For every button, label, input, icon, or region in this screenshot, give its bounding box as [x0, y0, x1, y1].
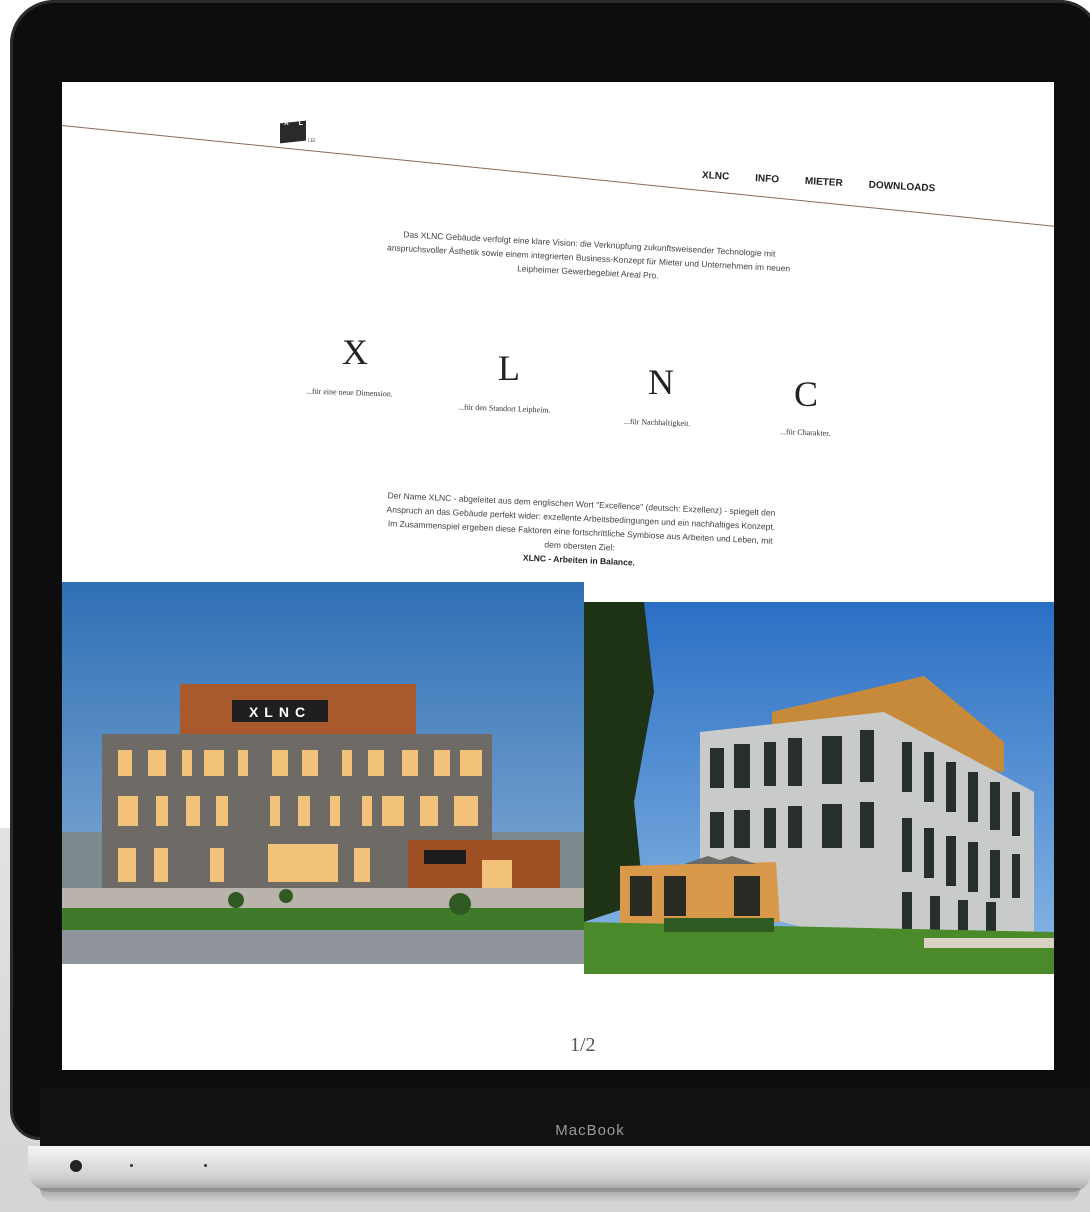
pillar-tagline-x: ...für eine neue Dimension.	[305, 386, 394, 399]
nav-item-mieter[interactable]: MIETER	[805, 176, 843, 189]
building-sign: XLNC	[249, 704, 311, 720]
slide-pager[interactable]: 1/2	[570, 1034, 596, 1057]
laptop-screen: X L N C LEI XLNC INFO MIETER DOWNLOADS D…	[62, 82, 1054, 1070]
pillar-tagline-c: ...für Charakter.	[779, 427, 831, 438]
building-photo-evening: XLNC	[62, 582, 584, 964]
laptop-shadow	[40, 1188, 1080, 1202]
pillar-tagline-l: ...für den Standort Leipheim.	[457, 402, 551, 415]
story-text: Der Name XLNC - abgeleitet aus dem engli…	[386, 490, 776, 553]
mic-dot	[204, 1164, 207, 1167]
header-rule	[62, 125, 1054, 229]
intro-paragraph: Das XLNC Gebäude verfolgt eine klare Vis…	[386, 229, 791, 281]
pillar-tagline-n: ...für Nachhaltigkeit.	[623, 416, 691, 429]
mic-dot	[130, 1164, 133, 1167]
pillar-letter-c: C	[794, 374, 819, 414]
nav-item-info[interactable]: INFO	[755, 173, 779, 185]
pillar-letter-l: L	[498, 348, 520, 388]
site-logo-subtext: LEI	[308, 138, 316, 144]
building-photo-daytime	[584, 602, 1054, 974]
pillar-letter-n: N	[648, 362, 674, 402]
laptop-base	[28, 1146, 1090, 1192]
laptop-chin	[40, 1088, 1090, 1148]
nav-item-xlnc[interactable]: XLNC	[702, 170, 730, 183]
laptop-brand-label: MacBook	[555, 1122, 625, 1139]
pillar-letter-x: X	[342, 332, 368, 372]
power-led	[70, 1160, 82, 1172]
site-logo-text: X L N C	[284, 120, 337, 127]
nav-item-downloads[interactable]: DOWNLOADS	[868, 180, 935, 195]
main-nav: XLNC INFO MIETER DOWNLOADS	[702, 170, 962, 196]
story-paragraph: Der Name XLNC - abgeleitet aus dem engli…	[379, 488, 782, 576]
